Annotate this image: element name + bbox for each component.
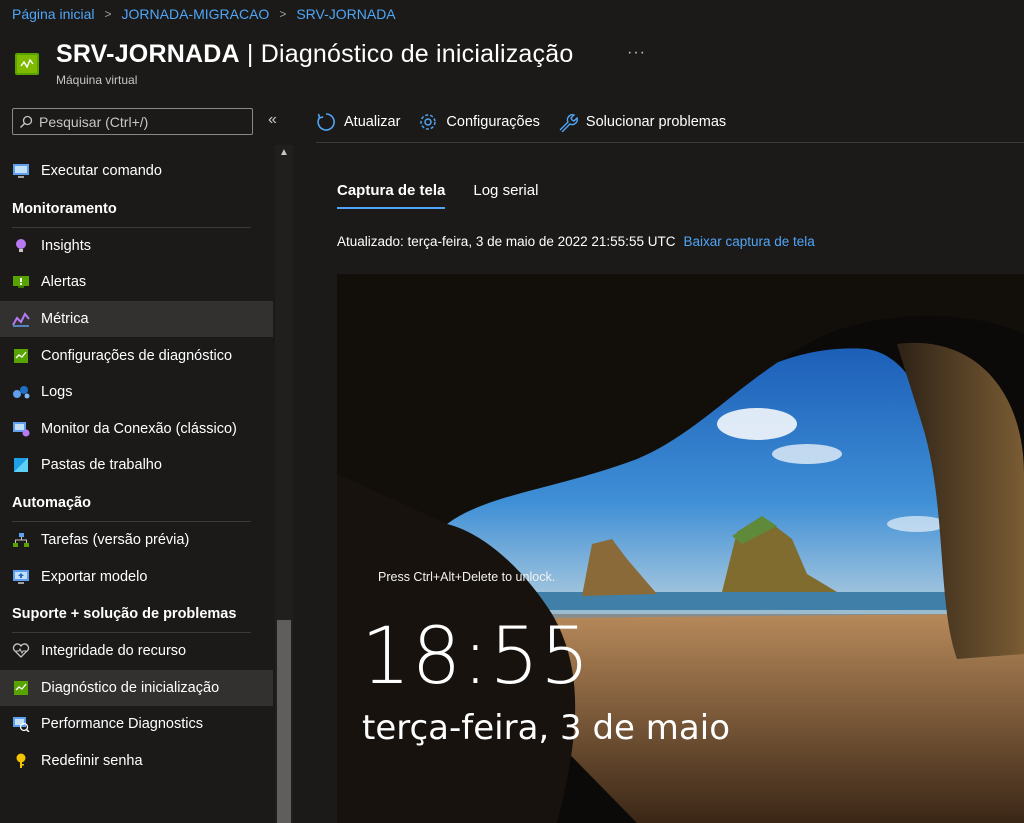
- breadcrumb-home[interactable]: Página inicial: [12, 6, 95, 22]
- breadcrumb: Página inicial > JORNADA-MIGRACAO > SRV-…: [12, 6, 396, 22]
- menu-item-boot-diagnostics[interactable]: Diagnóstico de inicialização: [0, 669, 273, 707]
- menu-item-connection-monitor[interactable]: Monitor da Conexão (clássico): [0, 411, 273, 448]
- updated-timestamp: Atualizado: terça-feira, 3 de maio de 20…: [337, 234, 676, 249]
- key-icon: [12, 752, 30, 770]
- menu-item-label: Executar comando: [41, 163, 162, 180]
- virtual-machine-icon: [15, 53, 39, 75]
- export-template-icon: [12, 568, 30, 586]
- menu-item-insights[interactable]: Insights: [0, 228, 273, 265]
- menu-item-run-command[interactable]: Executar comando: [0, 153, 273, 190]
- settings-button[interactable]: Configurações: [418, 112, 540, 132]
- menu-item-label: Logs: [41, 384, 73, 401]
- update-status: Atualizado: terça-feira, 3 de maio de 20…: [337, 234, 815, 249]
- lockscreen-date: terça-feira, 3 de maio: [362, 708, 730, 748]
- download-screenshot-link[interactable]: Baixar captura de tela: [683, 234, 814, 249]
- vm-screenshot: Press Ctrl+Alt+Delete to unlock. 18:55 t…: [337, 274, 1024, 823]
- menu-item-label: Performance Diagnostics: [41, 716, 203, 733]
- unlock-hint: Press Ctrl+Alt+Delete to unlock.: [378, 570, 556, 584]
- menu-item-label: Configurações de diagnóstico: [41, 347, 233, 364]
- run-command-icon: [12, 162, 30, 180]
- scroll-thumb[interactable]: [277, 620, 291, 823]
- menu-item-label: Redefinir senha: [41, 753, 143, 770]
- menu-item-label: Métrica: [41, 311, 89, 328]
- menu-item-label: Integridade do recurso: [41, 643, 187, 660]
- menu-scrollbar[interactable]: ▲: [275, 145, 293, 823]
- section-support: Suporte + solução de problemas: [0, 595, 273, 633]
- menu-item-tasks[interactable]: Tarefas (versão prévia): [0, 522, 273, 559]
- menu-item-resource-health[interactable]: Integridade do recurso: [0, 633, 273, 670]
- page-title: SRV-JORNADA | Diagnóstico de inicializaç…: [56, 40, 574, 68]
- scroll-up-icon[interactable]: ▲: [279, 147, 289, 158]
- page-header: SRV-JORNADA | Diagnóstico de inicializaç…: [14, 40, 573, 87]
- boot-diagnostics-icon: [12, 679, 30, 697]
- gear-icon: [420, 114, 437, 130]
- diagnostic-settings-icon: [12, 347, 30, 365]
- search-icon: [20, 115, 33, 128]
- section-automation: Automação: [0, 484, 273, 522]
- menu-item-workbooks[interactable]: Pastas de trabalho: [0, 447, 273, 484]
- command-bar: Atualizar Configurações Solucionar probl…: [316, 104, 726, 140]
- troubleshoot-button[interactable]: Solucionar problemas: [558, 112, 726, 132]
- menu-item-label: Pastas de trabalho: [41, 457, 162, 474]
- chevron-right-icon: >: [279, 7, 287, 21]
- menu-item-label: Diagnóstico de inicialização: [41, 679, 220, 696]
- refresh-icon: [317, 113, 335, 131]
- page-subtitle: Máquina virtual: [56, 73, 138, 87]
- tab-bar: Captura de tela Log serial: [337, 182, 538, 209]
- menu-item-reset-password[interactable]: Redefinir senha: [0, 743, 273, 780]
- toolbar-divider: [316, 142, 1024, 143]
- search-input[interactable]: [39, 113, 239, 130]
- tab-screenshot[interactable]: Captura de tela: [337, 182, 446, 209]
- chevron-right-icon: >: [104, 7, 112, 21]
- collapse-menu-icon[interactable]: «: [268, 111, 277, 129]
- menu-item-metrics[interactable]: Métrica: [0, 300, 273, 338]
- menu-item-label: Alertas: [41, 274, 87, 291]
- menu-item-performance-diagnostics[interactable]: Performance Diagnostics: [0, 706, 273, 743]
- lockscreen-time: 18:55: [361, 612, 591, 702]
- alert-icon: [12, 273, 30, 291]
- breadcrumb-vm[interactable]: SRV-JORNADA: [296, 6, 395, 22]
- tab-serial-log[interactable]: Log serial: [473, 182, 538, 209]
- tasks-icon: [12, 531, 30, 549]
- breadcrumb-resource-group[interactable]: JORNADA-MIGRACAO: [122, 6, 270, 22]
- menu-item-diagnostic-settings[interactable]: Configurações de diagnóstico: [0, 337, 273, 374]
- menu-item-label: Tarefas (versão prévia): [41, 532, 190, 549]
- menu-item-logs[interactable]: Logs: [0, 374, 273, 411]
- search-box[interactable]: [12, 108, 253, 135]
- logs-icon: [12, 383, 30, 401]
- menu-list: Executar comando Monitoramento Insights …: [0, 153, 273, 779]
- performance-diagnostics-icon: [12, 715, 30, 733]
- wrench-icon: [559, 114, 578, 132]
- connection-monitor-icon: [12, 420, 30, 438]
- refresh-button[interactable]: Atualizar: [316, 112, 400, 132]
- more-options-icon[interactable]: ···: [627, 44, 646, 62]
- menu-item-label: Exportar modelo: [41, 568, 148, 585]
- section-monitoring: Monitoramento: [0, 190, 273, 228]
- heart-icon: [12, 642, 30, 660]
- resource-menu: « Executar comando Monitoramento Insight…: [0, 100, 296, 823]
- metrics-icon: [12, 310, 30, 328]
- workbooks-icon: [12, 456, 30, 474]
- menu-item-export-template[interactable]: Exportar modelo: [0, 558, 273, 595]
- lightbulb-icon: [12, 237, 30, 255]
- menu-item-label: Insights: [41, 237, 91, 254]
- menu-item-label: Monitor da Conexão (clássico): [41, 420, 237, 437]
- menu-item-alerts[interactable]: Alertas: [0, 264, 273, 301]
